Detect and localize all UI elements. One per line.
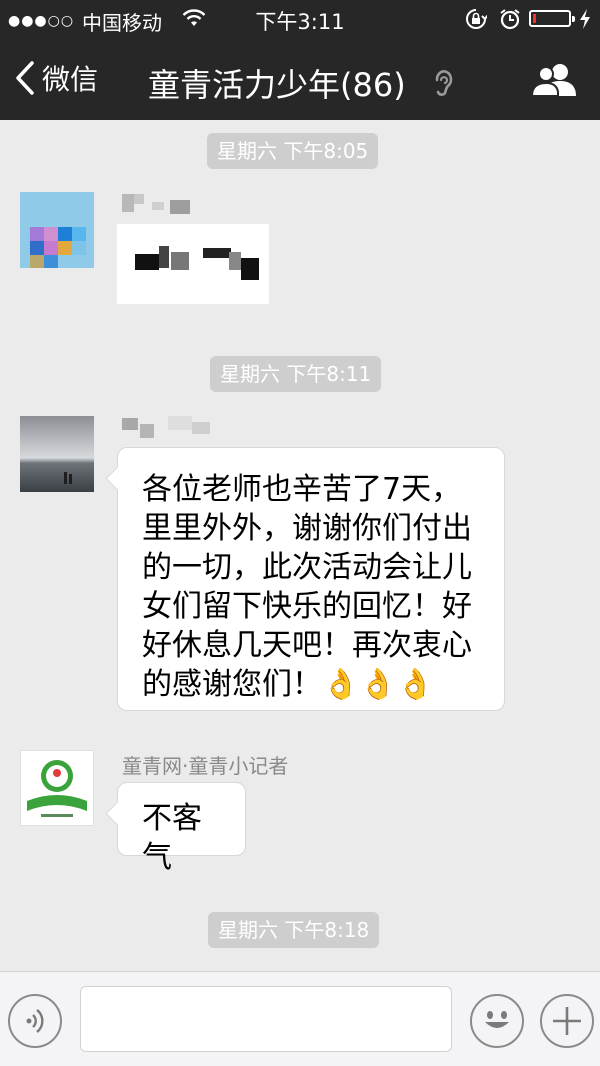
battery-icon: [529, 10, 575, 27]
charging-bolt-icon: [580, 9, 590, 29]
timestamp-label: 星期六 下午8:11: [210, 356, 382, 392]
avatar[interactable]: [20, 416, 94, 492]
group-members-icon[interactable]: [530, 62, 578, 98]
timestamp-label: 星期六 下午8:18: [208, 912, 380, 948]
emoji-icon: [485, 1011, 509, 1028]
message-bubble[interactable]: [117, 224, 269, 304]
message-text: 不客气: [142, 801, 202, 875]
alarm-icon: [500, 9, 520, 30]
pixelated-nickname: [122, 416, 210, 438]
timestamp-label: 星期六 下午8:05: [207, 133, 379, 169]
plus-icon: [553, 1007, 581, 1035]
battery-nub: [572, 16, 575, 22]
tongqing-logo-avatar: [27, 760, 87, 817]
pixelated-nickname: [122, 194, 190, 214]
sender-nickname: 童青网·童青小记者: [122, 754, 289, 778]
message-text: 各位老师也辛苦了7天，里里外外，谢谢你们付出的一切，此次活动会让儿女们留下快乐的…: [118, 448, 504, 722]
message-input[interactable]: [80, 986, 452, 1052]
message-bubble[interactable]: 不客气: [105, 782, 246, 875]
status-bar: ●●●○○ 中国移动 下午3:11: [0, 0, 600, 38]
voice-button[interactable]: [8, 994, 62, 1048]
back-button[interactable]: 微信: [14, 58, 98, 98]
back-label: 微信: [42, 63, 99, 96]
orientation-lock-icon: [466, 9, 487, 29]
pixelated-avatar-image: [20, 192, 94, 268]
back-chevron-icon: [16, 61, 34, 95]
earpiece-mode-icon: [435, 70, 453, 96]
avatar[interactable]: [20, 192, 94, 268]
input-bar: [0, 971, 600, 1066]
avatar-photo: [20, 416, 94, 492]
emoji-button[interactable]: [470, 994, 524, 1048]
pixelated-message-content: [117, 224, 269, 304]
ok-hand-emoji-icon: 👌👌👌: [322, 667, 435, 702]
voice-icon: [26, 1009, 44, 1033]
message-bubble[interactable]: 各位老师也辛苦了7天，里里外外，谢谢你们付出的一切，此次活动会让儿女们留下快乐的…: [105, 447, 505, 711]
chat-title: 童青活力少年(86): [148, 66, 406, 104]
avatar[interactable]: [20, 750, 94, 826]
chat-area[interactable]: 星期六 下午8:05 星期六 下午8:11 各位老师也辛苦了7天，里里外外，谢谢…: [0, 120, 600, 971]
more-button[interactable]: [540, 994, 594, 1048]
battery-level: [533, 14, 536, 23]
nav-bar: 微信 童青活力少年(86): [0, 38, 600, 120]
